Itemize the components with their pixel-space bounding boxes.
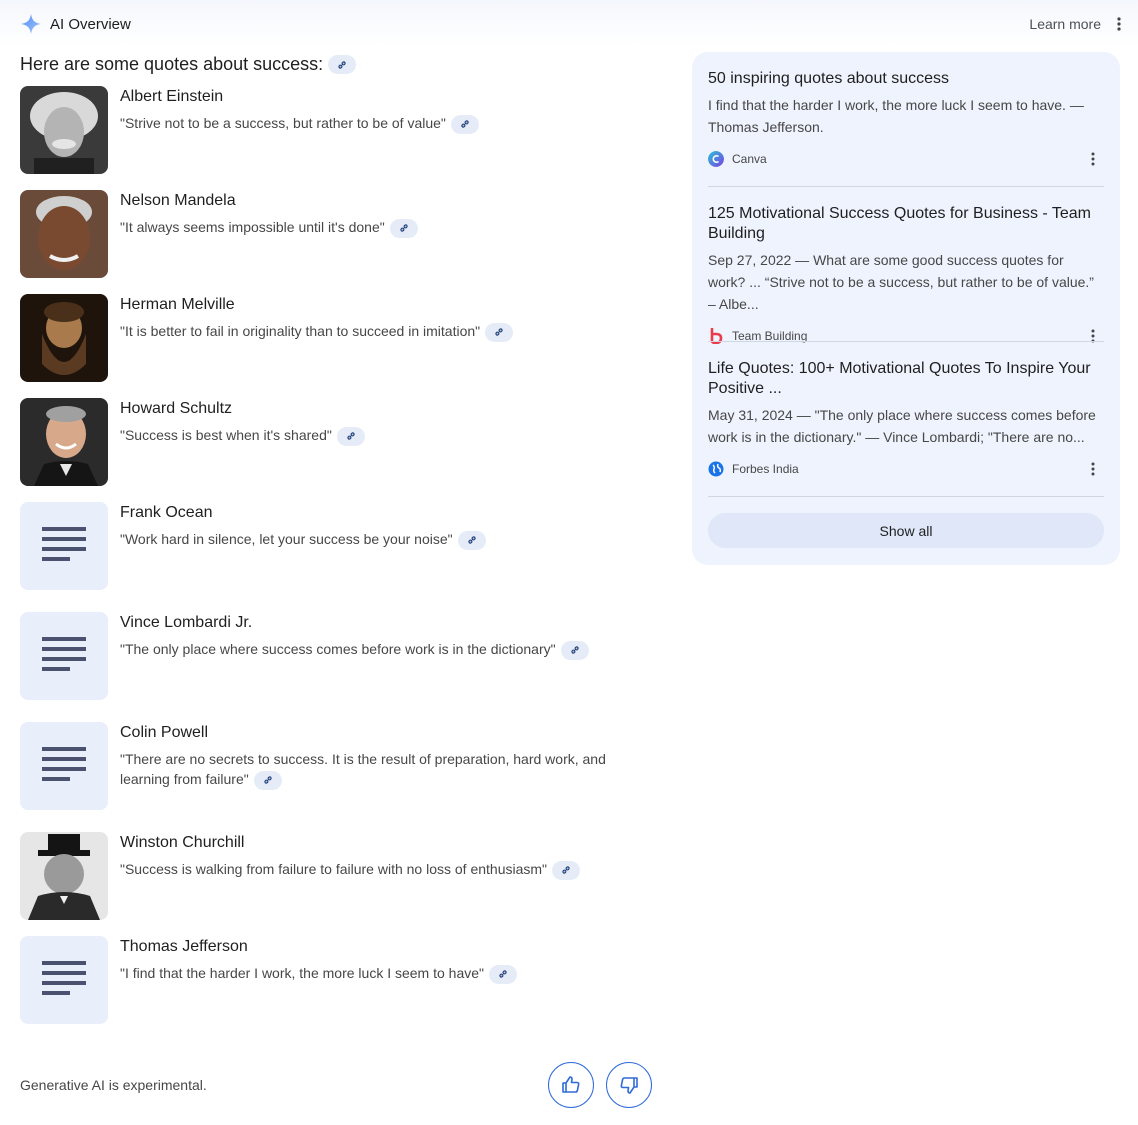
author-name: Albert Einstein — [120, 88, 224, 105]
document-thumbnail[interactable] — [20, 612, 108, 700]
quote-text: "Strive not to be a success, but rather … — [120, 113, 640, 134]
link-icon — [562, 866, 570, 874]
document-thumbnail[interactable] — [20, 722, 108, 810]
quote-body: "It is better to fail in originality tha… — [120, 323, 481, 339]
show-all-button[interactable]: Show all — [708, 513, 1104, 548]
link-icon — [570, 646, 579, 654]
divider — [708, 341, 1104, 342]
ai-sparkle-icon — [20, 13, 42, 35]
intro-link-chip[interactable] — [328, 55, 357, 74]
quote-link-chip[interactable] — [389, 218, 418, 238]
quote-text: "I find that the harder I work, the more… — [120, 963, 640, 984]
author-name: Winston Churchill — [120, 834, 245, 851]
learn-more-link[interactable]: Learn more — [1029, 16, 1101, 32]
quote-text: "Work hard in silence, let your success … — [120, 529, 640, 550]
quote-link-chip[interactable] — [485, 322, 514, 342]
source-site: Forbes India — [732, 462, 799, 476]
thumbs-up-button[interactable] — [548, 1062, 594, 1108]
document-thumbnail[interactable] — [20, 502, 108, 590]
quote-link-chip[interactable] — [450, 114, 479, 134]
thumbs-down-icon — [620, 1077, 638, 1094]
quote-body: "Work hard in silence, let your success … — [120, 531, 453, 547]
sources-panel: 50 inspiring quotes about success I find… — [692, 52, 1120, 565]
quote-body: "Success is best when it's shared" — [120, 427, 332, 443]
link-icon — [461, 120, 469, 128]
mandela-photo[interactable] — [20, 190, 108, 278]
quote-body: "The only place where success comes befo… — [120, 641, 556, 657]
source-title[interactable]: 125 Motivational Success Quotes for Busi… — [708, 204, 1104, 244]
link-icon — [400, 224, 408, 232]
source-snippet: I find that the harder I work, the more … — [708, 97, 1084, 135]
author-name: Vince Lombardi Jr. — [120, 614, 253, 631]
document-icon — [42, 747, 86, 781]
author-name: Nelson Mandela — [120, 192, 236, 209]
schultz-photo[interactable] — [20, 398, 108, 486]
quote-link-chip[interactable] — [560, 640, 589, 660]
quote-text: "It always seems impossible until it's d… — [120, 217, 640, 238]
source-meta: Forbes India — [708, 459, 1104, 479]
intro-text: Here are some quotes about success: — [20, 54, 324, 74]
author-name: Herman Melville — [120, 296, 235, 313]
quote-body: "Success is walking from failure to fail… — [120, 861, 548, 877]
document-icon — [42, 637, 86, 671]
link-icon — [338, 60, 346, 69]
einstein-photo[interactable] — [20, 86, 108, 174]
source-title[interactable]: 50 inspiring quotes about success — [708, 69, 1104, 89]
quote-text: "There are no secrets to success. It is … — [120, 749, 640, 790]
author-name: Howard Schultz — [120, 400, 233, 417]
link-icon — [264, 776, 272, 784]
document-icon — [42, 961, 86, 995]
link-icon — [347, 432, 355, 440]
source-meta: Team Building — [708, 326, 1104, 346]
quote-text: "It is better to fail in originality tha… — [120, 321, 640, 342]
quote-body: "I find that the harder I work, the more… — [120, 965, 484, 981]
melville-photo[interactable] — [20, 294, 108, 382]
document-thumbnail[interactable] — [20, 936, 108, 1024]
churchill-photo[interactable] — [20, 832, 108, 920]
author-name: Thomas Jefferson — [120, 938, 248, 955]
thumbs-down-button[interactable] — [606, 1062, 652, 1108]
author-name: Colin Powell — [120, 724, 209, 741]
quote-text: "Success is best when it's shared" — [120, 425, 640, 446]
quote-link-chip[interactable] — [457, 530, 486, 550]
divider — [708, 186, 1104, 187]
divider — [708, 496, 1104, 497]
globe-icon — [708, 461, 724, 477]
quote-link-chip[interactable] — [552, 860, 581, 880]
more-vert-icon[interactable] — [1090, 462, 1096, 476]
ai-overview-title: AI Overview — [50, 16, 131, 33]
canva-favicon-icon — [708, 151, 724, 167]
source-site: Canva — [732, 152, 767, 166]
quote-body: "There are no secrets to success. It is … — [120, 751, 606, 787]
quote-body: "Strive not to be a success, but rather … — [120, 115, 446, 131]
quote-link-chip[interactable] — [336, 426, 365, 446]
source-snippet: May 31, 2024 — "The only place where suc… — [708, 407, 1096, 445]
quote-text: "The only place where success comes befo… — [120, 639, 640, 660]
disclaimer-text: Generative AI is experimental. — [20, 1077, 207, 1093]
source-title[interactable]: Life Quotes: 100+ Motivational Quotes To… — [708, 359, 1104, 399]
source-card[interactable]: 125 Motivational Success Quotes for Busi… — [708, 204, 1104, 346]
intro-heading: Here are some quotes about success: — [20, 54, 357, 75]
ai-overview-header: AI Overview Learn more — [0, 0, 1138, 46]
more-vert-icon[interactable] — [1116, 17, 1122, 31]
source-card[interactable]: 50 inspiring quotes about success I find… — [708, 69, 1104, 169]
source-meta: Canva — [708, 149, 1104, 169]
source-card[interactable]: Life Quotes: 100+ Motivational Quotes To… — [708, 359, 1104, 479]
quote-link-chip[interactable] — [253, 770, 282, 790]
quote-text: "Success is walking from failure to fail… — [120, 859, 640, 880]
more-vert-icon[interactable] — [1090, 152, 1096, 166]
quote-link-chip[interactable] — [489, 964, 517, 984]
quote-body: "It always seems impossible until it's d… — [120, 219, 385, 235]
link-icon — [499, 970, 507, 978]
source-snippet: Sep 27, 2022 — What are some good succes… — [708, 252, 1094, 312]
author-name: Frank Ocean — [120, 504, 213, 521]
link-icon — [467, 536, 476, 544]
document-icon — [42, 527, 86, 561]
link-icon — [495, 328, 503, 336]
thumbs-up-icon — [562, 1076, 580, 1093]
